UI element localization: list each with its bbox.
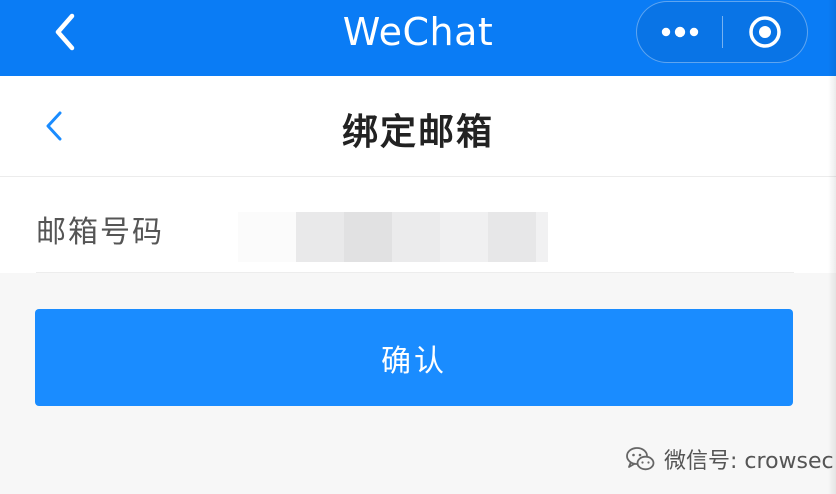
email-field-row: 邮箱号码 (0, 177, 836, 273)
watermark: 微信号: crowsec (624, 443, 834, 475)
screen-edge-shadow (828, 0, 836, 494)
more-button[interactable] (637, 2, 723, 62)
page-nav-bar: 绑定邮箱 (0, 76, 836, 177)
email-label: 邮箱号码 (36, 215, 164, 250)
mini-program-capsule (636, 1, 808, 63)
app-title-bar: WeChat (0, 0, 836, 76)
target-circle-icon (749, 16, 781, 48)
more-dots-icon (661, 26, 699, 38)
watermark-text: 微信号: crowsec (664, 449, 834, 474)
email-field-divider (36, 272, 794, 273)
confirm-button[interactable]: 确认 (35, 309, 793, 406)
email-input-redacted[interactable] (238, 212, 548, 262)
wechat-logo-icon (626, 447, 655, 471)
close-mini-program-button[interactable] (723, 2, 807, 62)
page-title: 绑定邮箱 (341, 112, 494, 153)
